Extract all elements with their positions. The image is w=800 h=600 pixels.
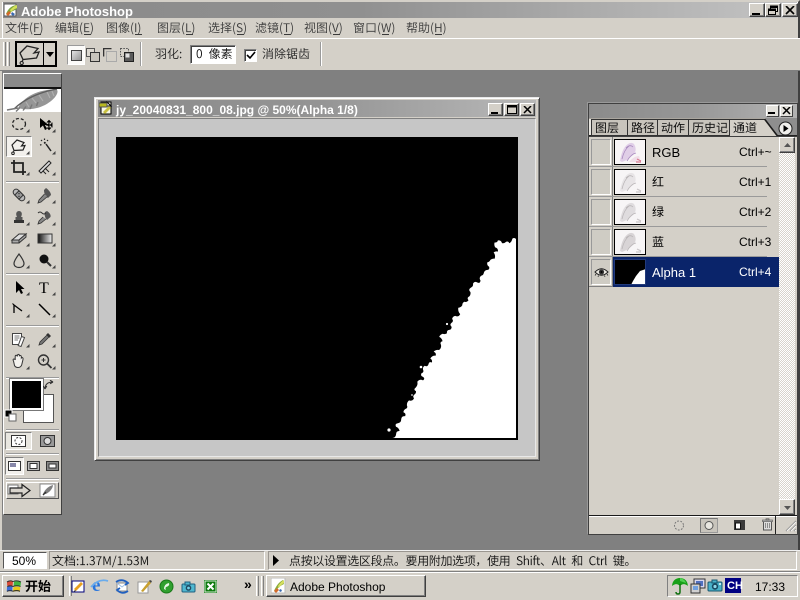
svg-text:T: T	[39, 280, 49, 296]
